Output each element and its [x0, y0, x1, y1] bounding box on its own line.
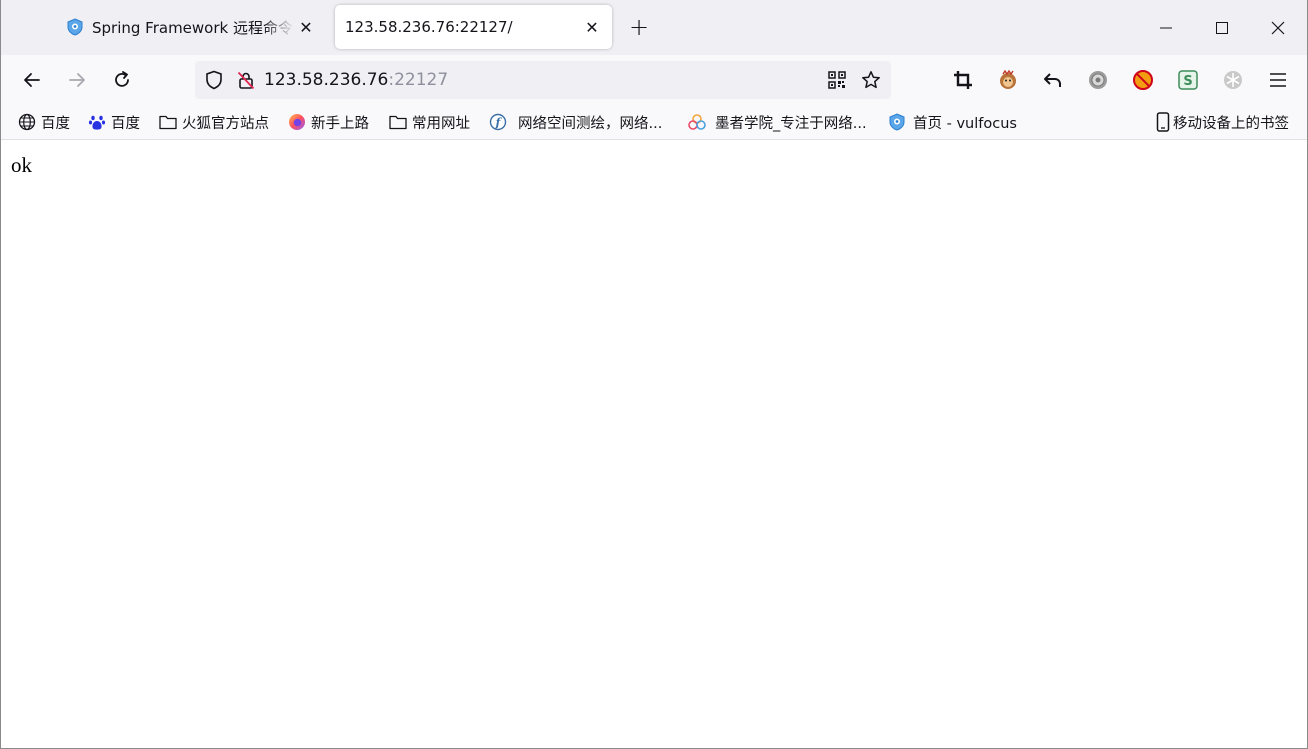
new-tab-button[interactable]: +: [625, 13, 653, 41]
bookmark-label: 新手上路: [311, 115, 369, 132]
minimize-button[interactable]: [1138, 0, 1194, 55]
bookmark-item[interactable]: 墨者学院_专注于网络...: [687, 111, 867, 133]
monkey-extension-icon[interactable]: [994, 66, 1022, 94]
tab-strip: Spring Framework 远程命令执 ✕ 123.58.236.76:2…: [1, 0, 1307, 55]
bookmark-item[interactable]: 新手上路: [287, 111, 369, 133]
back-button[interactable]: [16, 64, 48, 96]
folder-icon: [158, 112, 178, 132]
s-extension-icon[interactable]: S: [1174, 66, 1202, 94]
bookmark-label: 墨者学院_专注于网络...: [715, 115, 867, 132]
forward-arrow-icon: [69, 73, 85, 87]
tab-spring-framework[interactable]: Spring Framework 远程命令执 ✕: [56, 5, 326, 49]
globe-icon: [17, 112, 37, 132]
mobile-bookmarks-folder[interactable]: 移动设备上的书签: [1153, 111, 1289, 133]
gear-extension-icon[interactable]: [1084, 66, 1112, 94]
reload-icon: [115, 71, 129, 87]
bookmark-item[interactable]: 百度: [87, 111, 140, 133]
bookmark-label: 百度: [41, 115, 70, 132]
bookmark-folder[interactable]: 常用网址: [388, 111, 470, 133]
tab-title: Spring Framework 远程命令执: [92, 18, 294, 37]
bookmark-item[interactable]: f 网络空间测绘，网络...: [488, 111, 662, 133]
close-tab-icon[interactable]: ✕: [580, 15, 604, 39]
maximize-button[interactable]: [1194, 0, 1250, 55]
bookmark-label: 常用网址: [412, 115, 470, 132]
tab-current[interactable]: 123.58.236.76:22127/ ✕: [335, 5, 612, 49]
bookmark-item[interactable]: 首页 - vulfocus: [887, 111, 1017, 133]
bookmark-label: 移动设备上的书签: [1173, 115, 1289, 132]
baidu-paw-icon: [87, 112, 107, 132]
firefox-icon: [287, 112, 307, 132]
response-body-text: ok: [11, 153, 32, 177]
url-host: 123.58.236.76: [264, 70, 389, 90]
bookmark-label: 火狐官方站点: [182, 115, 269, 132]
close-icon: [1271, 21, 1285, 34]
close-tab-icon[interactable]: ✕: [294, 15, 318, 39]
svg-text:S: S: [1183, 74, 1192, 89]
mobile-device-icon: [1153, 112, 1173, 132]
reload-button[interactable]: [106, 64, 138, 96]
vulfocus-shield-icon: [887, 112, 907, 132]
mozhe-cloud-icon: [687, 112, 707, 132]
folder-icon: [388, 112, 408, 132]
bookmark-label: 网络空间测绘，网络...: [518, 115, 663, 132]
url-bar[interactable]: 123.58.236.76:22127: [195, 61, 891, 99]
undo-arrow-icon[interactable]: [1039, 66, 1067, 94]
back-arrow-icon: [24, 73, 40, 87]
close-window-button[interactable]: [1250, 0, 1306, 55]
page-content: ok: [1, 141, 1307, 748]
navigation-toolbar: 123.58.236.76:22127 S: [1, 55, 1307, 105]
hamburger-menu-icon[interactable]: [1264, 66, 1292, 94]
tracking-protection-shield-icon[interactable]: [200, 66, 228, 94]
forward-button[interactable]: [61, 64, 93, 96]
minimize-icon: [1160, 27, 1172, 28]
tab-title: 123.58.236.76:22127/: [345, 18, 513, 36]
bookmark-label: 首页 - vulfocus: [913, 115, 1017, 132]
url-text[interactable]: 123.58.236.76:22127: [264, 70, 823, 90]
insecure-lock-icon[interactable]: [232, 66, 260, 94]
qr-code-icon[interactable]: [823, 66, 851, 94]
url-port: :22127: [388, 70, 449, 90]
bookmark-item[interactable]: 百度: [17, 111, 70, 133]
bookmark-star-icon[interactable]: [857, 66, 885, 94]
vulfocus-shield-icon: [65, 17, 85, 37]
fofa-icon: f: [488, 112, 508, 132]
bookmark-label: 百度: [111, 115, 140, 132]
bookmarks-toolbar: 百度 百度 火狐官方站点 新手上路 常用网址 f 网络空间测绘，网络... 墨者…: [1, 105, 1307, 140]
browser-window: Spring Framework 远程命令执 ✕ 123.58.236.76:2…: [0, 0, 1308, 749]
bookmark-folder[interactable]: 火狐官方站点: [158, 111, 269, 133]
block-extension-icon[interactable]: [1129, 66, 1157, 94]
crop-screenshot-icon[interactable]: [949, 66, 977, 94]
maximize-icon: [1216, 21, 1228, 34]
snowflake-extension-icon[interactable]: [1219, 66, 1247, 94]
